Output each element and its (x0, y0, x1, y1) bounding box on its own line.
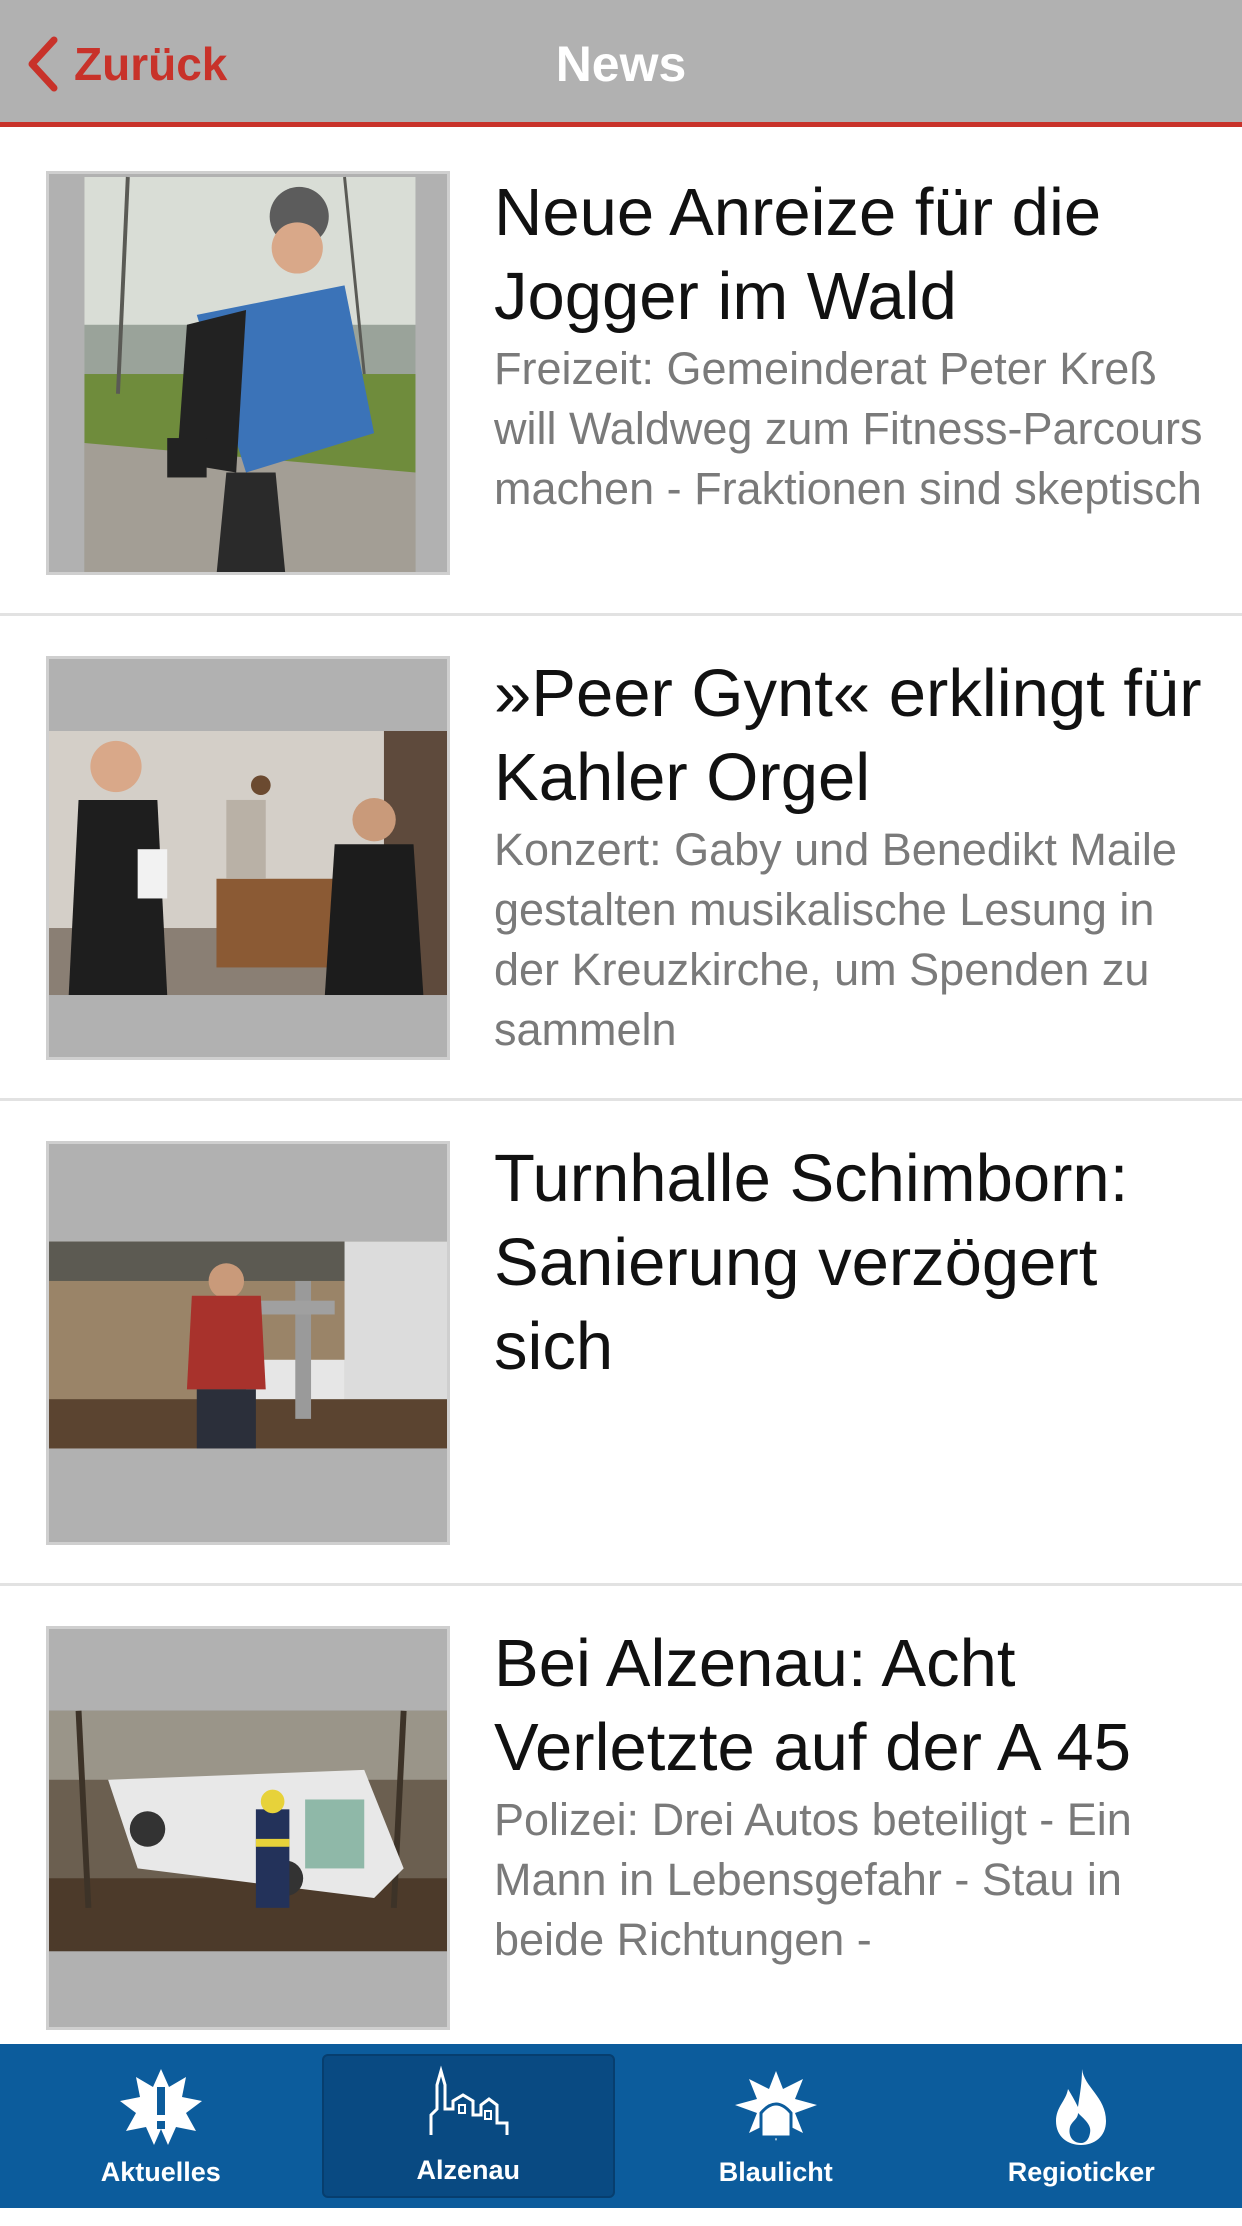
tab-regioticker[interactable]: Regioticker (937, 2054, 1227, 2198)
tab-label: Aktuelles (100, 2157, 221, 2187)
news-text: »Peer Gynt« erklingt für Kahler Orgel Ko… (494, 652, 1214, 1060)
news-headline: Bei Alzenau: Acht Verletzte auf der A 45 (494, 1626, 1131, 1785)
news-headline: »Peer Gynt« erklingt für Kahler Orgel (494, 656, 1202, 815)
news-thumbnail (46, 171, 450, 575)
alert-burst-icon (119, 2069, 202, 2145)
news-text: Bei Alzenau: Acht Verletzte auf der A 45… (494, 1622, 1214, 1970)
organ-photo (49, 730, 447, 996)
flame-icon (1056, 2069, 1107, 2145)
tab-label: Regioticker (1007, 2157, 1155, 2187)
news-headline: Turnhalle Schimborn: Sanierung verzögert… (494, 1141, 1129, 1384)
news-text: Neue Anreize für die Jogger im Wald Frei… (494, 171, 1214, 519)
news-headline: Neue Anreize für die Jogger im Wald (494, 175, 1102, 334)
nav-header: Zurück News (0, 0, 1242, 127)
news-item[interactable]: »Peer Gynt« erklingt für Kahler Orgel Ko… (0, 616, 1242, 1101)
news-item[interactable]: Turnhalle Schimborn: Sanierung verzögert… (0, 1101, 1242, 1586)
tab-bar: Aktuelles Alzenau Blaulicht Regioticker (0, 2044, 1242, 2208)
tab-aktuelles[interactable]: Aktuelles (16, 2054, 306, 2198)
jogger-photo (49, 176, 447, 572)
tab-label: Alzenau (416, 2155, 521, 2185)
news-list: Neue Anreize für die Jogger im Wald Frei… (0, 127, 1242, 2226)
tab-alzenau[interactable]: Alzenau (321, 2054, 615, 2198)
news-thumbnail (46, 1141, 450, 1545)
news-summary: Freizeit: Gemeinderat Peter Kreß will Wa… (494, 343, 1203, 514)
page-title: News (555, 36, 687, 92)
news-item[interactable]: Neue Anreize für die Jogger im Wald Frei… (0, 127, 1242, 616)
gym-renovation-photo (49, 1241, 447, 1449)
siren-icon (734, 2071, 817, 2141)
tab-label: Blaulicht (718, 2157, 833, 2187)
crash-photo (49, 1710, 447, 1952)
news-thumbnail (46, 1626, 450, 2030)
tab-blaulicht[interactable]: Blaulicht (631, 2054, 921, 2198)
town-skyline-icon (429, 2065, 509, 2135)
news-thumbnail (46, 656, 450, 1060)
news-summary: Polizei: Drei Autos beteiligt - Ein Mann… (494, 1794, 1132, 1965)
news-text: Turnhalle Schimborn: Sanierung verzögert… (494, 1137, 1214, 1389)
news-summary: Konzert: Gaby und Benedikt Maile gestalt… (494, 824, 1177, 1055)
